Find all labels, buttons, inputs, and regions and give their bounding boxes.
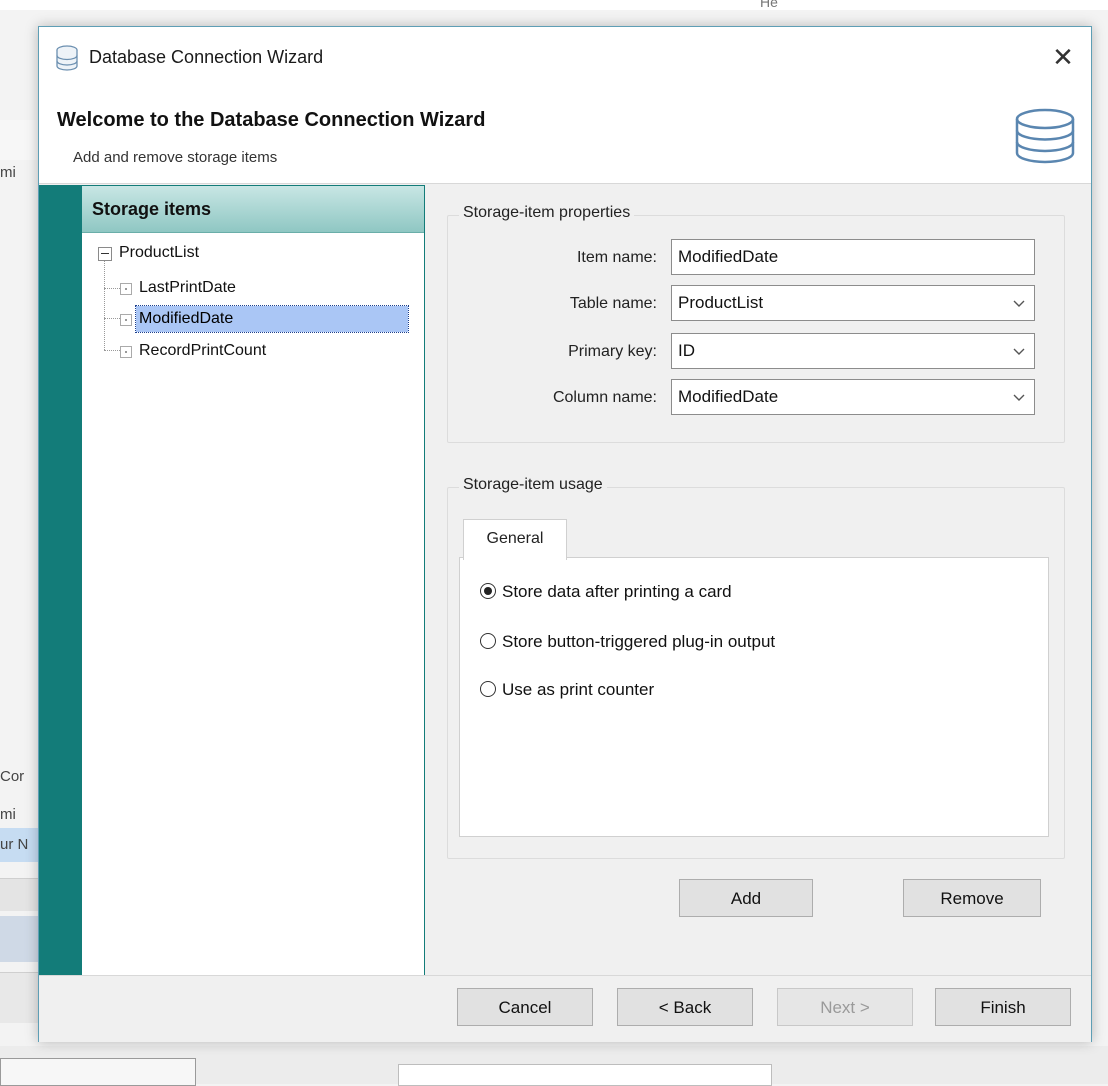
tree-node-label: ProductList (119, 244, 200, 261)
leaf-node-icon (120, 314, 132, 326)
primary-key-value: ID (678, 341, 695, 360)
leaf-node-icon (120, 283, 132, 295)
leaf-node-icon (120, 346, 132, 358)
background-app-top: Не (0, 0, 1108, 10)
finish-button[interactable]: Finish (935, 988, 1071, 1026)
wizard-title: Welcome to the Database Connection Wizar… (57, 109, 486, 131)
close-button[interactable]: ✕ (1043, 39, 1083, 75)
tab-general-label: General (486, 530, 544, 547)
radio-unchecked-icon (480, 681, 496, 697)
table-name-label: Table name: (569, 295, 657, 312)
database-icon (1015, 108, 1075, 164)
remove-button[interactable]: Remove (903, 879, 1041, 917)
title-bar: Database Connection Wizard ✕ (39, 27, 1091, 89)
primary-key-dropdown[interactable]: ID (671, 333, 1035, 369)
chevron-down-icon (1013, 348, 1025, 355)
background-fragment-text: mi (0, 806, 16, 823)
column-name-label: Column name: (552, 389, 657, 406)
tree-connector (104, 258, 105, 350)
storage-item-usage-title: Storage-item usage (459, 476, 607, 494)
tree-node-productlist[interactable]: ProductList (96, 240, 396, 266)
general-tab-panel: Store data after printing a card Store b… (459, 557, 1049, 837)
tree-node-label-selected: ModifiedDate (135, 305, 409, 333)
background-fragment-text: ur N (0, 836, 29, 853)
chevron-down-icon (1013, 394, 1025, 401)
database-icon (56, 45, 78, 71)
background-field (0, 1058, 196, 1086)
column-name-dropdown[interactable]: ModifiedDate (671, 379, 1035, 415)
add-button[interactable]: Add (679, 879, 813, 917)
primary-key-label: Primary key: (568, 343, 657, 360)
radio-label: Store button-triggered plug-in output (502, 632, 776, 651)
background-row (0, 972, 40, 1023)
tree-node-recordprintcount[interactable]: RecordPrintCount (114, 338, 394, 364)
back-button[interactable]: < Back (617, 988, 753, 1026)
background-row (0, 916, 40, 962)
item-name-label: Item name: (576, 249, 657, 266)
background-fragment-text: Cor (0, 768, 25, 785)
background-row (0, 120, 40, 160)
tree-node-modifieddate[interactable]: ModifiedDate (114, 305, 409, 333)
database-connection-wizard-dialog: Database Connection Wizard ✕ Welcome to … (38, 26, 1092, 1042)
storage-item-properties-title: Storage-item properties (459, 204, 635, 222)
tree-node-label: LastPrintDate (139, 279, 236, 296)
storage-items-panel: Storage items ProductList LastPrintDate … (81, 185, 425, 977)
wizard-subtitle: Add and remove storage items (73, 149, 278, 166)
table-name-dropdown[interactable]: ProductList (671, 285, 1035, 321)
tab-general[interactable]: General (463, 519, 567, 560)
radio-unchecked-icon (480, 633, 496, 649)
background-app-bottom (0, 1046, 1108, 1086)
storage-items-header: Storage items (82, 186, 424, 233)
radio-label: Use as print counter (502, 680, 655, 699)
radio-label: Store data after printing a card (502, 582, 732, 601)
tree-node-lastprintdate[interactable]: LastPrintDate (114, 275, 394, 301)
table-name-value: ProductList (678, 293, 764, 312)
background-row (0, 878, 40, 911)
background-fragment-text: mi (0, 164, 16, 181)
window-title: Database Connection Wizard (89, 47, 324, 67)
cancel-button[interactable]: Cancel (457, 988, 593, 1026)
wizard-header: Welcome to the Database Connection Wizar… (39, 89, 1091, 184)
tree-node-label: RecordPrintCount (139, 342, 267, 359)
sidebar-accent (39, 185, 83, 975)
item-name-input[interactable]: ModifiedDate (671, 239, 1035, 275)
radio-checked-icon (480, 583, 496, 599)
background-field (398, 1064, 772, 1086)
next-button[interactable]: Next > (777, 988, 913, 1026)
wizard-footer: Cancel < Back Next > Finish (39, 975, 1091, 1042)
close-icon: ✕ (1052, 42, 1074, 72)
collapse-icon[interactable] (98, 247, 112, 261)
chevron-down-icon (1013, 300, 1025, 307)
storage-items-title: Storage items (92, 199, 212, 219)
background-fragment-text: Не (760, 0, 778, 10)
column-name-value: ModifiedDate (678, 387, 779, 406)
